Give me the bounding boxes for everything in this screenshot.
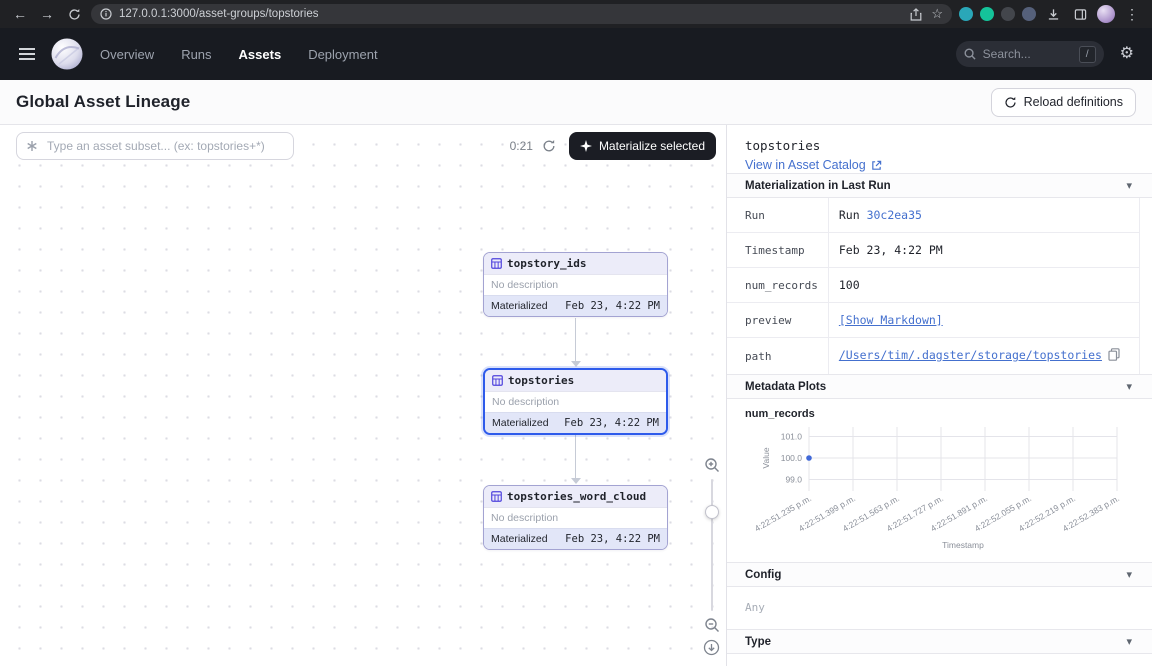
- browser-menu-icon[interactable]: ⋮: [1122, 4, 1142, 24]
- section-type-header[interactable]: Type ▾: [727, 629, 1152, 654]
- page-header: Global Asset Lineage Reload definitions: [0, 80, 1152, 125]
- dagster-top-nav: Overview Runs Assets Deployment Search..…: [0, 28, 1152, 80]
- asset-node-timestamp: Feb 23, 4:22 PM: [565, 300, 660, 312]
- nav-overview[interactable]: Overview: [100, 47, 154, 62]
- asset-details-sidebar: topstories View in Asset Catalog Materia…: [726, 125, 1152, 666]
- plot-title: num_records: [745, 408, 1152, 420]
- browser-reload-icon[interactable]: [64, 4, 84, 24]
- table-row: path /Users/tim/.dagster/storage/topstor…: [727, 338, 1140, 375]
- svg-text:101.0: 101.0: [781, 431, 803, 441]
- svg-text:Value: Value: [761, 447, 771, 468]
- browser-profile-avatar[interactable]: [1097, 5, 1115, 23]
- extension-icon[interactable]: [980, 7, 994, 21]
- site-info-icon[interactable]: [100, 8, 112, 20]
- table-row: num_records 100: [727, 268, 1140, 303]
- show-markdown-link[interactable]: [Show Markdown]: [839, 313, 943, 327]
- search-shortcut-key: /: [1079, 46, 1096, 63]
- address-bar[interactable]: 127.0.0.1:3000/asset-groups/topstories ☆: [91, 4, 952, 24]
- side-panel-icon[interactable]: [1070, 4, 1090, 24]
- share-icon[interactable]: [910, 8, 922, 21]
- extension-icon[interactable]: [1001, 7, 1015, 21]
- asset-node-topstories_word_cloud[interactable]: topstories_word_cloud No description Mat…: [483, 485, 668, 550]
- lineage-edge: [570, 435, 581, 484]
- asset-node-description: No description: [485, 391, 666, 412]
- extension-icon[interactable]: [1022, 7, 1036, 21]
- zoom-slider[interactable]: [705, 479, 719, 611]
- search-icon: [964, 48, 976, 60]
- global-search[interactable]: Search... /: [956, 41, 1104, 67]
- asset-lineage-graph: 0:21 Materialize selected topstory_ids N…: [0, 125, 726, 666]
- asset-node-topstories[interactable]: topstories No description Materialized F…: [483, 368, 668, 435]
- section-config-header[interactable]: Config ▾: [727, 562, 1152, 587]
- svg-text:Timestamp: Timestamp: [942, 540, 984, 550]
- downloads-icon[interactable]: [1043, 4, 1063, 24]
- browser-back-icon[interactable]: ←: [10, 4, 30, 24]
- view-in-asset-catalog-link[interactable]: View in Asset Catalog: [745, 158, 882, 172]
- hamburger-menu-icon[interactable]: [18, 47, 38, 61]
- reload-definitions-button[interactable]: Reload definitions: [991, 88, 1136, 117]
- materialization-table: Run Run 30c2ea35 Timestamp Feb 23, 4:22 …: [727, 198, 1140, 375]
- browser-chrome: ← → 127.0.0.1:3000/asset-groups/topstori…: [0, 0, 1152, 28]
- search-placeholder: Search...: [983, 47, 1031, 61]
- asset-node-status: Materialized: [492, 417, 549, 429]
- svg-text:99.0: 99.0: [785, 475, 802, 485]
- metadata-plot: 99.0100.0101.04:22:51.235 p.m.4:22:51.39…: [733, 422, 1152, 559]
- asset-node-description: No description: [484, 507, 667, 528]
- asset-node-name: topstory_ids: [507, 257, 586, 270]
- graph-refresh-icon[interactable]: [542, 139, 556, 153]
- table-row: preview [Show Markdown]: [727, 303, 1140, 338]
- config-value: Any: [727, 587, 1152, 630]
- zoom-in-icon[interactable]: [704, 457, 720, 473]
- chevron-down-icon: ▾: [1126, 179, 1132, 192]
- table-row: Timestamp Feb 23, 4:22 PM: [727, 233, 1140, 268]
- svg-text:100.0: 100.0: [781, 453, 803, 463]
- run-link[interactable]: 30c2ea35: [867, 208, 922, 222]
- nav-runs[interactable]: Runs: [181, 47, 211, 62]
- chevron-down-icon: ▾: [1126, 568, 1132, 581]
- nav-deployment[interactable]: Deployment: [308, 47, 377, 62]
- materialize-selected-button[interactable]: Materialize selected: [569, 132, 716, 160]
- zoom-slider-handle[interactable]: [705, 505, 719, 519]
- asset-table-icon: [491, 491, 502, 502]
- asset-node-timestamp: Feb 23, 4:22 PM: [565, 533, 660, 545]
- external-link-icon: [871, 160, 882, 171]
- asset-node-status: Materialized: [491, 300, 548, 312]
- asset-name: topstories: [745, 138, 1134, 153]
- lineage-edge: [570, 318, 581, 367]
- bookmark-star-icon[interactable]: ☆: [931, 6, 943, 22]
- section-metadata-plots-header[interactable]: Metadata Plots ▾: [727, 374, 1152, 399]
- asset-subset-input[interactable]: [16, 132, 294, 160]
- asset-table-icon: [491, 258, 502, 269]
- zoom-out-icon[interactable]: [704, 617, 720, 633]
- asset-selector-icon: [26, 140, 38, 152]
- asset-node-status: Materialized: [491, 533, 548, 545]
- browser-forward-icon[interactable]: →: [37, 4, 57, 24]
- zoom-controls: [703, 457, 720, 656]
- settings-gear-icon[interactable]: ⚙: [1120, 46, 1134, 62]
- section-materialization-header[interactable]: Materialization in Last Run ▾: [727, 173, 1152, 198]
- asset-table-icon: [492, 375, 503, 386]
- dagster-logo[interactable]: [50, 37, 84, 71]
- copy-path-icon[interactable]: [1108, 348, 1120, 364]
- page-title: Global Asset Lineage: [16, 92, 190, 112]
- refresh-icon: [1004, 96, 1017, 109]
- extension-icon[interactable]: [959, 7, 973, 21]
- asset-node-name: topstories_word_cloud: [507, 490, 646, 503]
- url-text: 127.0.0.1:3000/asset-groups/topstories: [119, 8, 318, 20]
- asset-node-timestamp: Feb 23, 4:22 PM: [564, 417, 659, 429]
- asset-node-name: topstories: [508, 374, 574, 387]
- refresh-timer: 0:21: [510, 139, 533, 153]
- recenter-icon[interactable]: [703, 639, 720, 656]
- table-row: Run Run 30c2ea35: [727, 198, 1140, 233]
- sparkle-icon: [580, 140, 592, 152]
- chevron-down-icon: ▾: [1126, 380, 1132, 393]
- asset-node-description: No description: [484, 274, 667, 295]
- asset-node-topstory_ids[interactable]: topstory_ids No description Materialized…: [483, 252, 668, 317]
- nav-assets[interactable]: Assets: [239, 47, 282, 62]
- chevron-down-icon: ▾: [1126, 635, 1132, 648]
- path-link[interactable]: /Users/tim/.dagster/storage/topstories: [839, 348, 1102, 362]
